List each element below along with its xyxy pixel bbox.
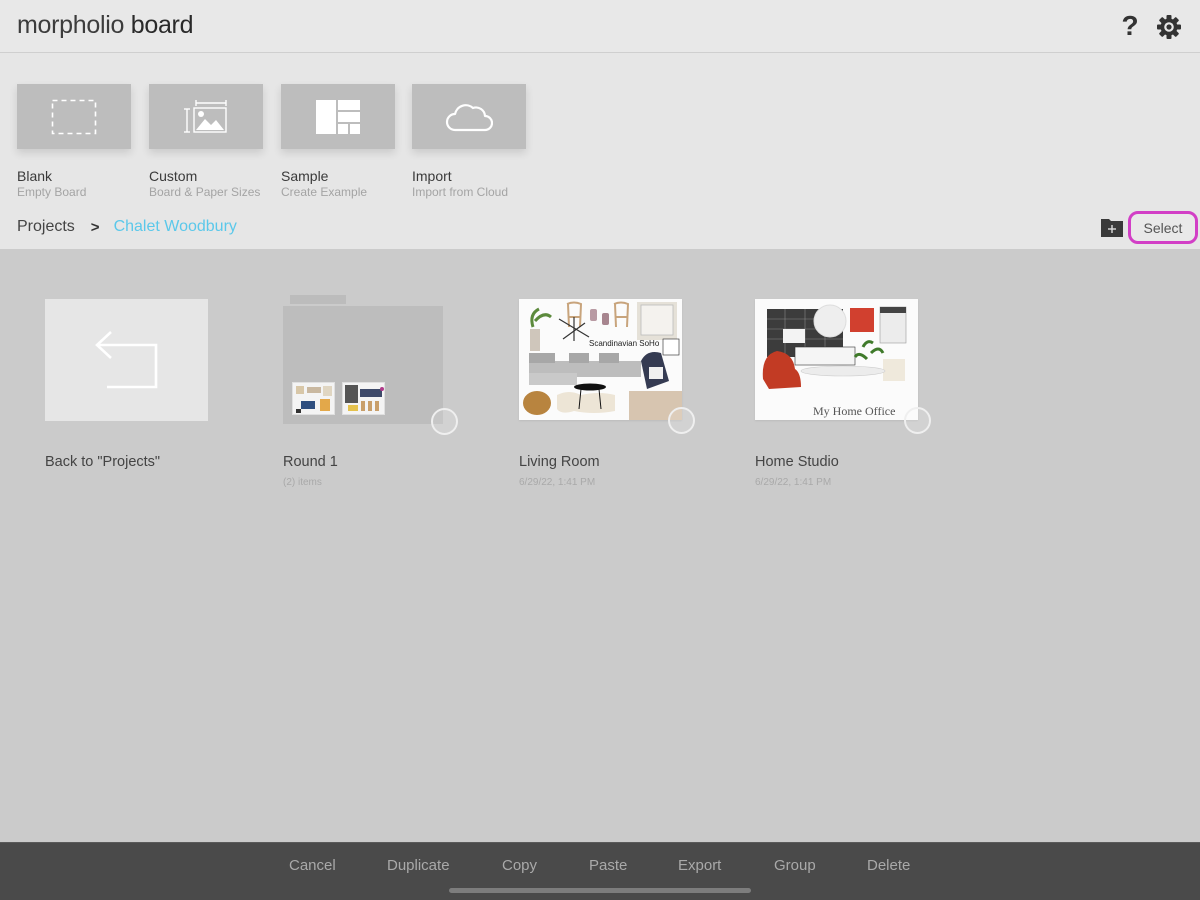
select-circle[interactable] bbox=[668, 407, 695, 434]
template-sample[interactable]: Sample Create Example bbox=[281, 84, 395, 199]
back-thumb bbox=[45, 299, 208, 421]
template-thumb bbox=[412, 84, 526, 149]
folder-thumb bbox=[283, 295, 458, 435]
image-dimensions-icon bbox=[184, 99, 227, 133]
item-meta: 6/29/22, 1:41 PM bbox=[755, 477, 832, 488]
folder-preview-2 bbox=[342, 382, 385, 415]
dashed-rectangle-icon bbox=[51, 99, 97, 134]
thumb-caption: Scandinavian SoHo bbox=[589, 339, 660, 348]
template-row: Blank Empty Board Custom Board & Paper S… bbox=[0, 54, 1200, 204]
copy-button[interactable]: Copy bbox=[502, 857, 537, 874]
breadcrumb-current[interactable]: Chalet Woodbury bbox=[114, 218, 237, 236]
app-header: morpholio board ? bbox=[0, 0, 1200, 53]
breadcrumb: Projects > Chalet Woodbury bbox=[17, 218, 237, 236]
cloud-icon bbox=[445, 103, 493, 131]
select-circle[interactable] bbox=[904, 407, 931, 434]
new-folder-icon[interactable] bbox=[1101, 217, 1123, 237]
template-subtitle: Import from Cloud bbox=[412, 185, 509, 199]
item-label: Living Room bbox=[519, 454, 600, 470]
select-button[interactable]: Select bbox=[1128, 211, 1198, 244]
breadcrumb-projects[interactable]: Projects bbox=[17, 218, 75, 236]
group-button[interactable]: Group bbox=[774, 857, 816, 874]
layout-grid-icon bbox=[316, 99, 360, 134]
template-subtitle: Empty Board bbox=[17, 185, 87, 199]
folder-item[interactable]: Round 1 (2) items bbox=[283, 295, 458, 488]
template-import[interactable]: Import Import from Cloud bbox=[412, 84, 526, 199]
template-title: Sample bbox=[281, 168, 329, 184]
template-custom[interactable]: Custom Board & Paper Sizes bbox=[149, 84, 263, 199]
paste-button[interactable]: Paste bbox=[589, 857, 627, 874]
gear-icon[interactable] bbox=[1156, 14, 1182, 40]
board-thumb: My Home Office bbox=[755, 299, 918, 420]
export-button[interactable]: Export bbox=[678, 857, 721, 874]
item-meta: (2) items bbox=[283, 477, 322, 488]
template-blank[interactable]: Blank Empty Board bbox=[17, 84, 131, 199]
logo-light: morpholio bbox=[17, 11, 125, 39]
item-meta: 6/29/22, 1:41 PM bbox=[519, 477, 596, 488]
template-title: Blank bbox=[17, 168, 53, 184]
logo-bold: board bbox=[130, 11, 194, 39]
folder-preview-1 bbox=[292, 382, 335, 415]
delete-button[interactable]: Delete bbox=[867, 857, 910, 874]
back-arrow-icon bbox=[94, 331, 157, 389]
board-thumb: Scandinavian SoHo bbox=[519, 299, 682, 420]
select-circle[interactable] bbox=[431, 408, 458, 435]
project-content: Back to "Projects" Round 1 (2) items Sca… bbox=[0, 249, 1200, 842]
chevron-right-icon: > bbox=[90, 218, 100, 236]
template-thumb bbox=[17, 84, 131, 149]
back-to-projects-item[interactable]: Back to "Projects" bbox=[45, 299, 208, 470]
template-thumb bbox=[281, 84, 395, 149]
duplicate-button[interactable]: Duplicate bbox=[387, 857, 450, 874]
item-label: Home Studio bbox=[755, 454, 839, 470]
app-logo: morpholio board bbox=[17, 11, 193, 40]
template-title: Custom bbox=[149, 168, 198, 184]
question-mark-icon[interactable]: ? bbox=[1118, 10, 1142, 42]
board-item-living-room[interactable]: Scandinavian SoHo Living Room 6/29/22, 1… bbox=[519, 299, 695, 488]
cancel-button[interactable]: Cancel bbox=[289, 857, 336, 874]
template-subtitle: Board & Paper Sizes bbox=[149, 185, 261, 199]
folder-tab bbox=[290, 295, 346, 304]
home-indicator[interactable] bbox=[449, 888, 751, 893]
template-subtitle: Create Example bbox=[281, 185, 368, 199]
template-title: Import bbox=[412, 168, 452, 184]
template-thumb bbox=[149, 84, 263, 149]
thumb-caption: My Home Office bbox=[813, 404, 895, 418]
item-label: Round 1 bbox=[283, 454, 338, 470]
item-label: Back to "Projects" bbox=[45, 454, 161, 470]
board-item-home-studio[interactable]: My Home Office Home Studio 6/29/22, 1:41… bbox=[755, 299, 931, 488]
bottom-toolbar: Cancel Duplicate Copy Paste Export Group… bbox=[0, 842, 1200, 900]
